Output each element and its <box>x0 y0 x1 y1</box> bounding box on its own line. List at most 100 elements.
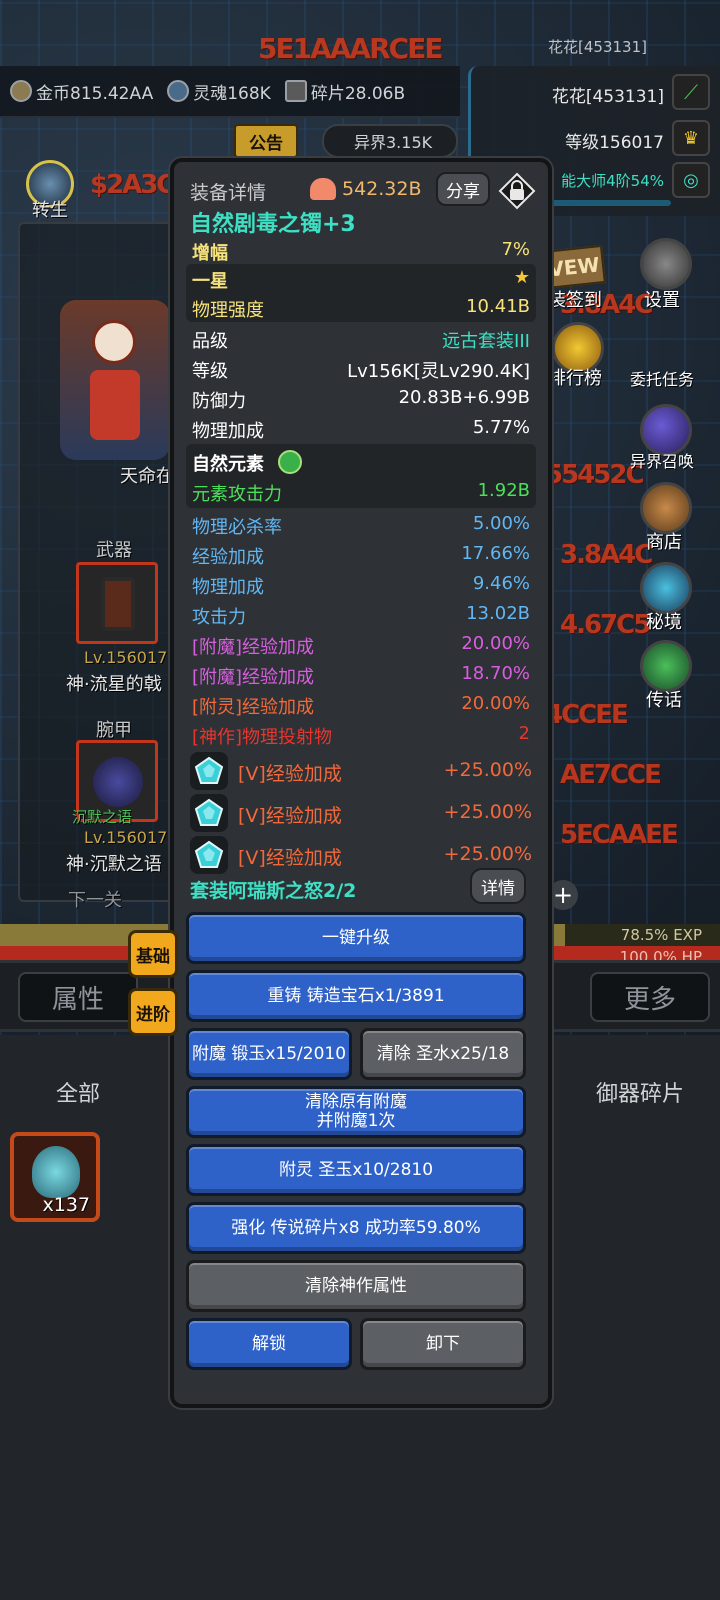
damage-number: 4CCEE <box>545 700 629 730</box>
bonus-stat-row: [附魔]经验加成 20.00% <box>186 630 536 660</box>
monkey-king-face-icon <box>92 320 136 364</box>
gem-value: +25.00% <box>443 759 532 781</box>
upgrade-all-button[interactable]: 一键升级 <box>186 912 526 964</box>
leaf-icon[interactable]: ⟋ <box>672 74 710 110</box>
gem-label: [V]经验加成 <box>238 763 342 785</box>
tab-attributes[interactable]: 属性 <box>18 972 138 1022</box>
horn-icon[interactable] <box>640 640 692 692</box>
spirit-button[interactable]: 附灵 圣玉x10/2810 <box>186 1144 526 1196</box>
otherworld-counter[interactable]: 异界3.15K <box>322 124 458 158</box>
filter-fragments[interactable]: 御器碎片 <box>596 1076 684 1108</box>
hero-body <box>90 370 140 440</box>
bonus-stat-row: 经验加成 17.66% <box>186 540 536 570</box>
bracelet-icon <box>93 757 143 807</box>
strengthen-button[interactable]: 强化 传说碎片x8 成功率59.80% <box>186 1202 526 1254</box>
physical-bonus-row: 物理加成 5.77% <box>192 417 530 442</box>
clear-divine-button[interactable]: 清除神作属性 <box>186 1260 526 1312</box>
bonus-stat-row: 物理必杀率 5.00% <box>186 510 536 540</box>
soul-resource: 灵魂168K <box>167 79 271 104</box>
bonus-stat-label: 物理加成 <box>192 577 264 598</box>
plus-icon[interactable]: + <box>548 880 578 910</box>
bonus-stat-value: 2 <box>518 723 530 744</box>
leaf-element-icon <box>278 450 302 474</box>
bonus-stat-label: [神作]物理投射物 <box>192 727 333 748</box>
tab-advanced[interactable]: 进阶 <box>128 988 178 1036</box>
element-section: 自然元素 元素攻击力 1.92B <box>186 444 536 508</box>
clear-enchant-button[interactable]: 清除原有附魔 并附魔1次 <box>186 1086 526 1138</box>
bonus-stat-row: [附灵]经验加成 20.00% <box>186 690 536 720</box>
damage-number: 3.8A4C <box>560 540 653 570</box>
tab-basic[interactable]: 基础 <box>128 930 178 978</box>
bonus-stat-value: 17.66% <box>461 543 530 564</box>
filter-all[interactable]: 全部 <box>56 1076 100 1108</box>
reforge-button[interactable]: 重铸 铸造宝石x1/3891 <box>186 970 526 1022</box>
fragment-icon <box>284 80 307 102</box>
diamond-gem-icon[interactable] <box>190 752 228 790</box>
gear-icon[interactable] <box>640 238 692 290</box>
crown-icon[interactable]: ♛ <box>672 120 710 156</box>
wrist-slot-label: 腕甲 <box>96 720 132 741</box>
set-bonus-label: 套装阿瑞斯之怒2/2 <box>190 880 357 902</box>
gem-label: [V]经验加成 <box>238 847 342 869</box>
weapon-slot-label: 武器 <box>96 540 132 561</box>
modal-header: 装备详情 542.32B 分享 <box>190 172 536 210</box>
wrist-name: 神·沉默之语 <box>66 854 162 875</box>
settings-label[interactable]: 设置 <box>644 286 680 312</box>
bonus-stat-label: 经验加成 <box>192 547 264 568</box>
damage-number: 5ECAAEE <box>560 820 679 850</box>
item-name: 自然剧毒之镯+3 <box>190 212 356 237</box>
shop-label[interactable]: 商店 <box>646 528 682 554</box>
amplify-row: 增幅 7% <box>192 239 530 264</box>
star-section: 一星 ★ 物理强度 10.41B <box>186 264 536 322</box>
defense-row: 防御力 20.83B+6.99B <box>192 387 530 412</box>
bonus-stat-label: 物理必杀率 <box>192 517 282 538</box>
next-stage-label[interactable]: 下一关 <box>68 886 122 912</box>
weapon-name: 神·流星的戟 <box>66 674 162 695</box>
bonus-stat-value: 20.00% <box>461 693 530 714</box>
resource-bar: 金币815.42AA 灵魂168K 碎片28.06B <box>0 66 460 118</box>
skill-progress: 能大师4阶54% <box>561 172 664 190</box>
swirl-icon[interactable]: ◎ <box>672 162 710 198</box>
share-button[interactable]: 分享 <box>436 172 490 206</box>
unequip-button[interactable]: 卸下 <box>360 1318 526 1370</box>
wrist-tag: 沉默之语 <box>72 808 133 826</box>
halberd-icon <box>101 577 135 631</box>
lock-icon[interactable] <box>498 172 536 210</box>
legend-label[interactable]: 传话 <box>646 686 682 712</box>
enchant-button[interactable]: 附魔 锻玉x15/2010 <box>186 1028 352 1080</box>
player-level: 等级156017 <box>565 133 664 153</box>
bonus-stat-row: 物理加成 9.46% <box>186 570 536 600</box>
rebirth-label: 转生 <box>32 200 68 221</box>
item-count: x137 <box>42 1194 90 1216</box>
unlock-button[interactable]: 解锁 <box>186 1318 352 1370</box>
weapon-level: Lv.156017 <box>84 648 168 667</box>
tab-more[interactable]: 更多 <box>590 972 710 1022</box>
diamond-gem-icon[interactable] <box>190 794 228 832</box>
gem-label: [V]经验加成 <box>238 805 342 827</box>
secret-realm-label[interactable]: 秘境 <box>646 608 682 634</box>
power-value: 542.32B <box>310 178 422 200</box>
summon-label[interactable]: 异界召唤 <box>630 448 694 472</box>
skill-progress-bar <box>541 200 671 206</box>
set-detail-button[interactable]: 详情 <box>470 868 526 904</box>
damage-number: 55452C <box>545 460 645 490</box>
commission-label[interactable]: 委托任务 <box>630 366 694 390</box>
purify-button[interactable]: 清除 圣水x25/18 <box>360 1028 526 1080</box>
otherworld-label: 异界3.15K <box>354 133 433 152</box>
star-icon: ★ <box>513 267 530 288</box>
ranking-label[interactable]: 排行榜 <box>548 364 602 390</box>
notice-button[interactable]: 公告 <box>234 124 298 158</box>
diamond-gem-icon[interactable] <box>190 836 228 874</box>
damage-number: 5E1AAARCEE <box>258 32 443 65</box>
bonus-stat-label: 攻击力 <box>192 607 246 628</box>
gem-socket-row: [V]经验加成 +25.00% <box>190 794 532 832</box>
inventory-item[interactable]: x137 <box>10 1132 100 1222</box>
gem-value: +25.00% <box>443 801 532 823</box>
shop-bag-icon[interactable] <box>640 482 692 534</box>
secret-realm-icon[interactable] <box>640 562 692 614</box>
potion-icon <box>32 1146 80 1198</box>
damage-number: AE7CCE <box>560 760 662 790</box>
weapon-slot[interactable] <box>76 562 158 644</box>
sign-in-label[interactable]: 装签到 <box>548 286 602 312</box>
hero-title: 天命在 <box>120 466 174 487</box>
